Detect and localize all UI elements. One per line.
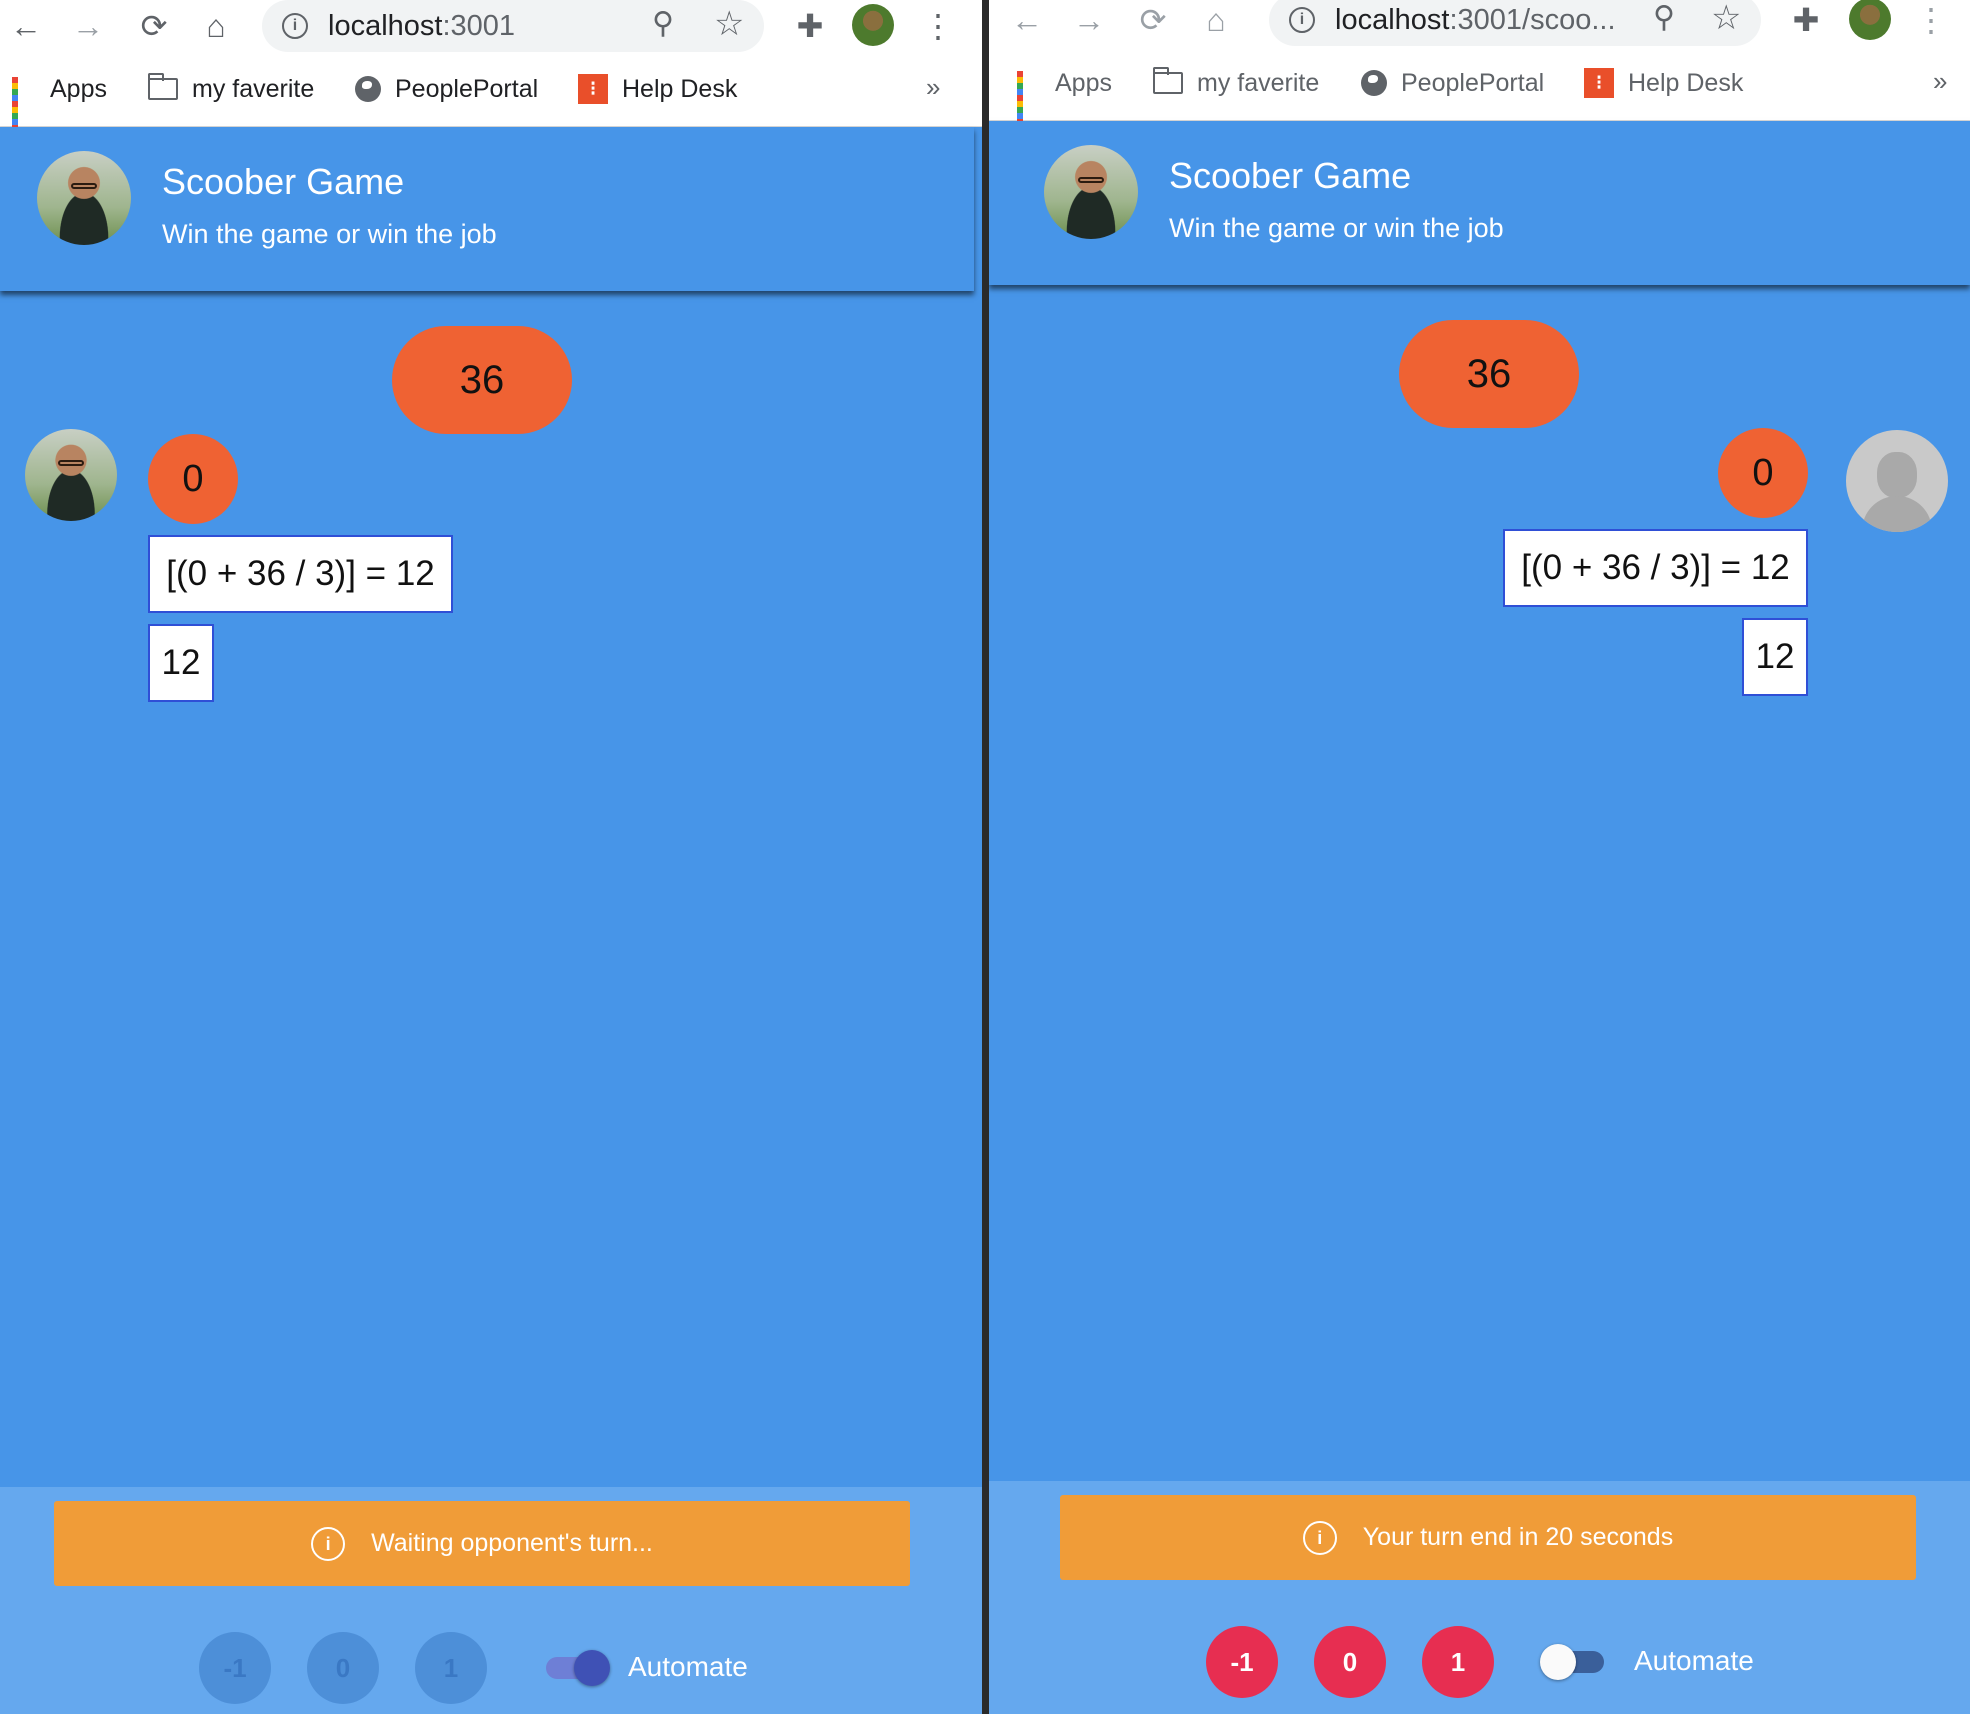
- status-banner: i Waiting opponent's turn...: [54, 1501, 910, 1586]
- bookmark-label: Help Desk: [1628, 68, 1744, 97]
- game-footer: i Your turn end in 20 seconds -1 0 1 Aut…: [989, 1481, 1970, 1714]
- folder-icon: [1153, 67, 1183, 94]
- bookmark-my-faverite[interactable]: my faverite: [148, 68, 314, 110]
- move-formula: [(0 + 36 / 3)] = 12: [1503, 529, 1808, 607]
- opponent-avatar: [1846, 430, 1948, 532]
- back-arrow-icon[interactable]: ←: [6, 6, 46, 46]
- profile-avatar-icon[interactable]: [1849, 0, 1891, 40]
- bookmark-star-icon[interactable]: ☆: [1711, 0, 1741, 38]
- bookmark-help-desk[interactable]: ⁝ Help Desk: [1584, 62, 1743, 104]
- status-text: Your turn end in 20 seconds: [1362, 1523, 1674, 1551]
- apps-grid-icon: [12, 77, 36, 131]
- toggle-knob[interactable]: [1540, 1644, 1576, 1680]
- home-icon[interactable]: ⌂: [196, 6, 236, 46]
- bookmark-my-faverite[interactable]: my faverite: [1153, 62, 1319, 104]
- address-url[interactable]: localhost:3001: [328, 10, 515, 43]
- reload-icon[interactable]: ⟳: [1133, 0, 1173, 40]
- zero-button[interactable]: 0: [307, 1632, 379, 1704]
- site-info-icon[interactable]: i: [1289, 7, 1315, 33]
- site-info-icon[interactable]: i: [282, 13, 308, 39]
- move-result: 12: [1742, 618, 1808, 696]
- minus-one-button[interactable]: -1: [199, 1632, 271, 1704]
- opponent-score-badge: 0: [1718, 428, 1808, 518]
- bookmark-star-icon[interactable]: ☆: [714, 4, 744, 44]
- automate-label: Automate: [628, 1651, 748, 1682]
- globe-icon: [355, 76, 381, 102]
- forward-arrow-icon[interactable]: →: [68, 6, 108, 46]
- bookmark-label: PeoplePortal: [1401, 68, 1545, 97]
- minus-one-button[interactable]: -1: [1206, 1626, 1278, 1698]
- helpdesk-logo-icon: ⁝: [578, 74, 608, 104]
- app-title: Scoober Game: [1169, 155, 1412, 196]
- player-avatar: [1044, 145, 1138, 239]
- bookmark-label: PeoplePortal: [395, 74, 539, 103]
- folder-icon: [148, 73, 178, 100]
- automate-toggle[interactable]: [546, 1650, 610, 1686]
- address-url[interactable]: localhost:3001/scoo...: [1335, 4, 1616, 37]
- browser-menu-icon[interactable]: ⋮: [918, 6, 958, 46]
- zero-button[interactable]: 0: [1314, 1626, 1386, 1698]
- bookmark-label: Apps: [1055, 68, 1112, 97]
- app-title: Scoober Game: [162, 161, 405, 202]
- automate-toggle[interactable]: [1540, 1644, 1604, 1680]
- app-header: Scoober Game Win the game or win the job: [989, 121, 1970, 285]
- game-footer: i Waiting opponent's turn... -1 0 1 Auto…: [0, 1487, 982, 1714]
- extensions-icon[interactable]: ✚: [790, 6, 830, 46]
- player-avatar: [25, 429, 117, 521]
- forward-arrow-icon[interactable]: →: [1069, 0, 1109, 40]
- info-icon: i: [311, 1526, 346, 1561]
- bookmark-label: Help Desk: [622, 74, 738, 103]
- home-icon[interactable]: ⌂: [1196, 0, 1236, 40]
- bookmark-peopleportal[interactable]: PeoplePortal: [355, 68, 538, 110]
- plus-one-button[interactable]: 1: [1422, 1626, 1494, 1698]
- bookmark-label: my faverite: [1197, 68, 1320, 97]
- bookmark-label: my faverite: [192, 74, 315, 103]
- browser-chrome: ← → ⟳ ⌂ i localhost:3001/scoo... ⚲ ☆ ✚ ⋮…: [989, 0, 1970, 125]
- bookmark-label: Apps: [50, 74, 107, 103]
- bookmarks-bar: Apps my faverite PeoplePortal ⁝ Help Des…: [989, 62, 1970, 125]
- bookmarks-overflow-icon[interactable]: »: [1933, 66, 1947, 97]
- status-banner: i Your turn end in 20 seconds: [1060, 1495, 1916, 1580]
- app-subtitle: Win the game or win the job: [162, 219, 497, 249]
- bookmark-apps[interactable]: Apps: [1017, 62, 1112, 125]
- plus-one-button[interactable]: 1: [415, 1632, 487, 1704]
- target-number-badge: 36: [392, 326, 572, 434]
- apps-grid-icon: [1017, 71, 1041, 125]
- profile-avatar-icon[interactable]: [852, 4, 894, 46]
- bookmark-peopleportal[interactable]: PeoplePortal: [1361, 62, 1544, 104]
- player-score-badge: 0: [148, 434, 238, 524]
- browser-menu-icon[interactable]: ⋮: [1911, 0, 1951, 40]
- left-browser-window: ← → ⟳ ⌂ i localhost:3001 ⚲ ☆ ✚ ⋮ Apps my…: [0, 0, 982, 1714]
- player-avatar: [37, 151, 131, 245]
- extensions-icon[interactable]: ✚: [1786, 0, 1826, 40]
- helpdesk-logo-icon: ⁝: [1584, 68, 1614, 98]
- bookmarks-bar: Apps my faverite PeoplePortal ⁝ Help Des…: [0, 68, 982, 131]
- back-arrow-icon[interactable]: ←: [1007, 0, 1047, 40]
- bookmark-help-desk[interactable]: ⁝ Help Desk: [578, 68, 737, 110]
- status-text: Waiting opponent's turn...: [371, 1529, 653, 1557]
- address-bar[interactable]: i localhost:3001 ⚲ ☆: [262, 0, 764, 52]
- target-number-badge: 36: [1399, 320, 1579, 428]
- move-formula: [(0 + 36 / 3)] = 12: [148, 535, 453, 613]
- globe-icon: [1361, 70, 1387, 96]
- move-result: 12: [148, 624, 214, 702]
- bookmarks-overflow-icon[interactable]: »: [926, 72, 940, 103]
- zoom-icon[interactable]: ⚲: [1653, 0, 1675, 35]
- app-subtitle: Win the game or win the job: [1169, 213, 1504, 243]
- info-icon: i: [1302, 1520, 1337, 1555]
- zoom-icon[interactable]: ⚲: [652, 6, 674, 41]
- automate-label: Automate: [1634, 1645, 1754, 1676]
- reload-icon[interactable]: ⟳: [134, 6, 174, 46]
- right-browser-window: ← → ⟳ ⌂ i localhost:3001/scoo... ⚲ ☆ ✚ ⋮…: [989, 0, 1970, 1714]
- address-bar[interactable]: i localhost:3001/scoo... ⚲ ☆: [1269, 0, 1761, 46]
- toggle-knob[interactable]: [574, 1650, 610, 1686]
- browser-chrome: ← → ⟳ ⌂ i localhost:3001 ⚲ ☆ ✚ ⋮ Apps my…: [0, 0, 982, 131]
- app-header: Scoober Game Win the game or win the job: [0, 127, 974, 291]
- bookmark-apps[interactable]: Apps: [12, 68, 107, 131]
